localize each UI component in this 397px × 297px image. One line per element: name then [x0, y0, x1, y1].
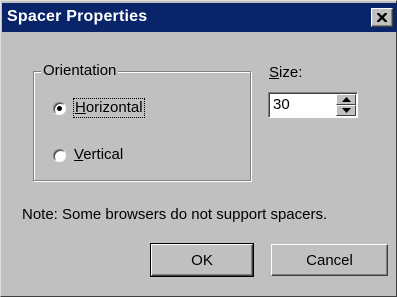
arrow-down-icon	[342, 108, 351, 113]
radio-button-horizontal[interactable]	[53, 101, 66, 115]
close-button[interactable]	[371, 8, 393, 27]
spin-down-button[interactable]	[336, 105, 356, 116]
orientation-groupbox	[33, 71, 251, 181]
orientation-group-label: Orientation	[41, 62, 119, 80]
radio-horizontal[interactable]: Horizontal	[53, 98, 145, 118]
window-title: Spacer Properties	[7, 8, 148, 25]
mnemonic-h: H	[75, 99, 86, 116]
size-input[interactable]: 30	[273, 96, 317, 113]
radio-vertical[interactable]: Vertical	[53, 146, 123, 164]
spin-up-button[interactable]	[336, 94, 356, 105]
spacer-properties-dialog: Spacer Properties Orientation Horizontal…	[0, 0, 397, 297]
label-rest: ertical	[83, 146, 124, 163]
mnemonic-v: V	[74, 146, 84, 163]
size-spinbox[interactable]: 30	[268, 92, 358, 118]
label-rest: ize:	[279, 64, 303, 81]
ok-button[interactable]: OK	[150, 243, 254, 277]
label-rest: orizontal	[85, 99, 143, 116]
close-icon	[377, 13, 387, 22]
radio-horizontal-label[interactable]: Horizontal	[73, 98, 145, 118]
size-label: Size:	[269, 64, 302, 82]
spin-buttons	[336, 94, 356, 116]
radio-selected-dot	[57, 105, 62, 111]
radio-button-vertical[interactable]	[53, 148, 66, 162]
arrow-up-icon	[342, 97, 351, 102]
note-text: Note: Some browsers do not support space…	[22, 206, 328, 223]
mnemonic-s: S	[269, 64, 280, 81]
radio-vertical-label[interactable]: Vertical	[74, 146, 123, 164]
cancel-button[interactable]: Cancel	[271, 244, 388, 276]
title-bar[interactable]: Spacer Properties	[2, 3, 397, 32]
